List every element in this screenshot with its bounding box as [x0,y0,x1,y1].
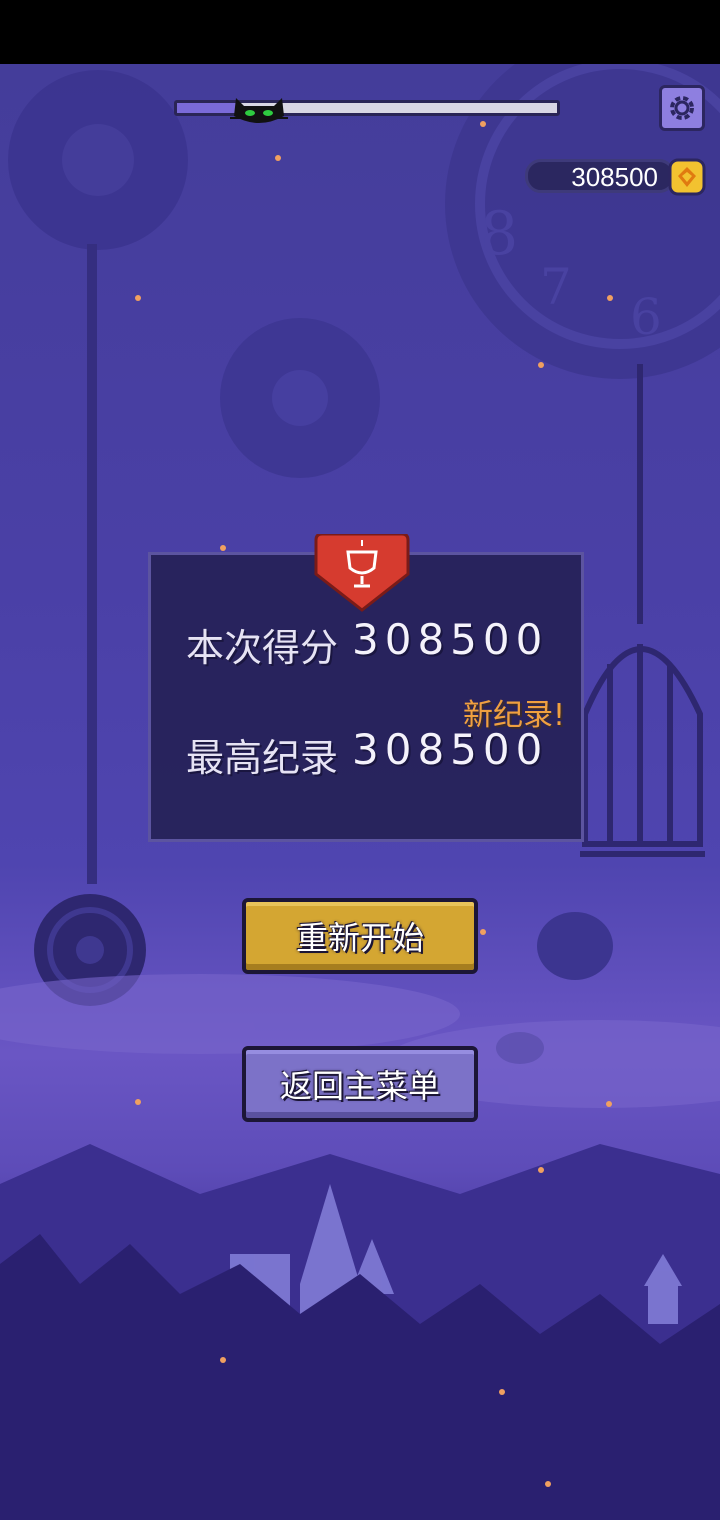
svg-text:8: 8 [480,199,518,269]
game-scene: 8 7 6 308500 本次得分 308500 新纪录! 最高纪录 30850… [0,64,720,1520]
settings-button[interactable] [659,85,705,131]
gear-decoration [8,70,188,250]
score-value: 308500 [352,615,549,664]
coin-counter: 308500 [525,159,675,193]
gear-decoration-small [220,318,380,478]
birdcage-decoration [580,364,705,857]
gear-icon [670,96,694,120]
coin-count: 308500 [571,162,658,192]
svg-text:6: 6 [630,288,662,346]
level-progress-fill [177,103,238,113]
best-score-label: 最高纪录 [186,736,339,780]
restart-button[interactable]: 重新开始 [242,898,478,974]
coin-icon [668,158,706,196]
best-score-value: 308500 [352,725,549,774]
cat-icon [230,98,288,123]
svg-text:7: 7 [540,258,572,316]
trophy-icon [314,534,410,612]
status-bar [0,0,720,64]
score-label: 本次得分 [186,626,339,670]
main-menu-button[interactable]: 返回主菜单 [242,1046,478,1122]
